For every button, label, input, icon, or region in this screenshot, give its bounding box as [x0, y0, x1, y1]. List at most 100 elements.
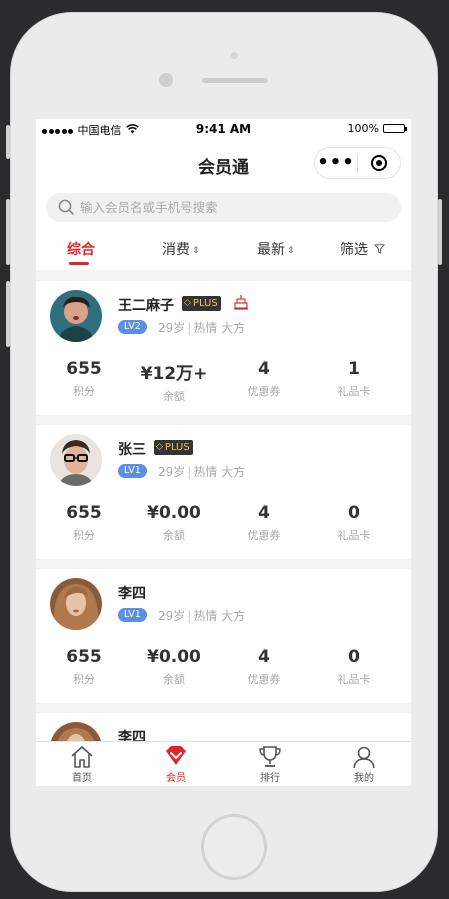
stat-balance: ¥0.00 余额 — [129, 647, 219, 687]
search-box[interactable] — [46, 193, 401, 222]
level-badge: LV1 — [118, 464, 147, 478]
member-tags: 29岁 | 热情 大方 — [158, 609, 246, 623]
stat-label: 礼品卡 — [337, 673, 371, 686]
tabbar-item-ranking[interactable]: 排行 — [240, 745, 300, 784]
search-section — [36, 187, 411, 227]
avatar — [50, 578, 102, 630]
stat-balance: ¥0.00 余额 — [129, 503, 219, 543]
member-age: 29岁 — [158, 321, 186, 335]
member-age: 29岁 — [158, 609, 186, 623]
power-button — [438, 199, 442, 265]
stat-value: 655 — [66, 503, 102, 523]
app-screen: 中国电信 9:41 AM 100% 会员通 ••• 输入会员名或手机号搜索 综合… — [36, 119, 411, 786]
stat-value: 1 — [348, 359, 360, 379]
mini-program-capsule: ••• — [314, 147, 401, 179]
tab-filter[interactable]: 筛选 — [340, 239, 386, 259]
stat-value: ¥0.00 — [147, 647, 201, 667]
stat-label: 礼品卡 — [337, 529, 371, 542]
tab-label: 消费 — [162, 242, 190, 258]
avatar — [50, 290, 102, 342]
sort-caret-icon: ⇕ — [287, 246, 295, 256]
stat-value: 0 — [348, 503, 360, 523]
stat-points: 655 积分 — [39, 647, 129, 687]
earpiece-speaker — [202, 78, 268, 83]
stat-points: 655 积分 — [39, 359, 129, 399]
plus-badge: ◇ PLUS — [154, 440, 193, 455]
home-button[interactable] — [201, 814, 267, 880]
plus-label: PLUS — [164, 442, 190, 453]
stat-label: 余额 — [163, 529, 185, 542]
stat-label: 余额 — [163, 390, 185, 403]
stat-value: 4 — [258, 647, 270, 667]
member-name: 李四 — [118, 586, 146, 602]
sort-caret-icon: ⇕ — [192, 246, 200, 256]
member-name: 张三 — [118, 442, 146, 458]
plus-badge: ◇ PLUS — [182, 296, 221, 311]
tabbar-label: 排行 — [260, 773, 280, 784]
tab-comprehensive[interactable]: 综合 — [67, 239, 95, 265]
stat-value: 655 — [66, 647, 102, 667]
filter-tabs: 综合 消费 ⇕ 最新 ⇕ 筛选 — [36, 227, 411, 270]
member-traits: 热情 大方 — [193, 609, 246, 623]
front-sensor — [231, 52, 238, 59]
stat-value: 0 — [348, 647, 360, 667]
member-heart-icon — [166, 746, 186, 765]
home-icon — [71, 746, 93, 768]
stat-balance: ¥12万+ 余额 — [129, 359, 219, 404]
member-card[interactable]: 王二麻子 ◇ PLUS LV2 29岁 | 热情 大方 655 积分 ¥12万+ 余额 4… — [36, 281, 411, 415]
filter-funnel-icon — [374, 244, 386, 254]
stat-label: 余额 — [163, 673, 185, 686]
tab-label: 筛选 — [340, 242, 368, 258]
stat-value: 655 — [66, 359, 102, 379]
target-icon — [371, 155, 387, 171]
stat-coupons: 4 优惠券 — [219, 647, 309, 687]
stat-label: 积分 — [73, 529, 95, 542]
stat-value: 4 — [258, 503, 270, 523]
active-tab-indicator — [69, 262, 89, 265]
tabbar-label: 会员 — [166, 773, 186, 784]
stat-label: 优惠券 — [247, 673, 281, 686]
member-age: 29岁 — [158, 465, 186, 479]
search-input[interactable] — [80, 197, 380, 217]
member-card[interactable]: 李四 LV1 29岁 | 热情 大方 655 积分 ¥0.00 余额 4 优惠券 0 礼品卡 — [36, 569, 411, 703]
stat-label: 优惠券 — [247, 529, 281, 542]
status-bar: 中国电信 9:41 AM 100% — [36, 119, 411, 139]
stat-gift-cards: 1 礼品卡 — [309, 359, 399, 399]
stat-label: 积分 — [73, 673, 95, 686]
member-card[interactable]: 张三 ◇ PLUS LV1 29岁 | 热情 大方 655 积分 ¥0.00 余额 4 优惠… — [36, 425, 411, 559]
member-tags: 29岁 | 热情 大方 — [158, 465, 246, 479]
stat-value: 4 — [258, 359, 270, 379]
level-badge: LV2 — [118, 320, 147, 334]
volume-up-button — [6, 199, 10, 265]
diamond-icon: ◇ — [156, 442, 163, 452]
stat-label: 礼品卡 — [337, 385, 371, 398]
member-traits: 热情 大方 — [193, 465, 246, 479]
tab-label: 综合 — [67, 242, 95, 258]
battery-icon — [383, 124, 407, 133]
more-menu-button[interactable]: ••• — [315, 149, 357, 177]
trophy-icon — [259, 746, 281, 767]
tabbar-item-member[interactable]: 会员 — [146, 745, 206, 784]
member-name: 王二麻子 — [118, 298, 174, 314]
stat-value: ¥0.00 — [147, 503, 201, 523]
bottom-tab-bar: 首页 会员 排行 我的 — [36, 741, 411, 786]
tabbar-item-home[interactable]: 首页 — [52, 745, 112, 784]
tab-latest[interactable]: 最新 ⇕ — [257, 239, 295, 259]
stat-value: ¥12万+ — [140, 364, 208, 384]
member-tags: 29岁 | 热情 大方 — [158, 321, 246, 335]
plus-label: PLUS — [192, 298, 218, 309]
close-mini-program-button[interactable] — [358, 155, 400, 171]
front-camera — [159, 73, 173, 87]
nav-bar: 会员通 ••• — [36, 139, 411, 187]
stat-label: 积分 — [73, 385, 95, 398]
stat-gift-cards: 0 礼品卡 — [309, 647, 399, 687]
member-traits: 热情 大方 — [193, 321, 246, 335]
volume-down-button — [6, 281, 10, 347]
birthday-cake-icon — [234, 295, 248, 310]
stat-coupons: 4 优惠券 — [219, 359, 309, 399]
tabbar-item-mine[interactable]: 我的 — [334, 745, 394, 784]
stat-label: 优惠券 — [247, 385, 281, 398]
level-badge: LV1 — [118, 608, 147, 622]
tab-consumption[interactable]: 消费 ⇕ — [162, 239, 200, 259]
stat-gift-cards: 0 礼品卡 — [309, 503, 399, 543]
